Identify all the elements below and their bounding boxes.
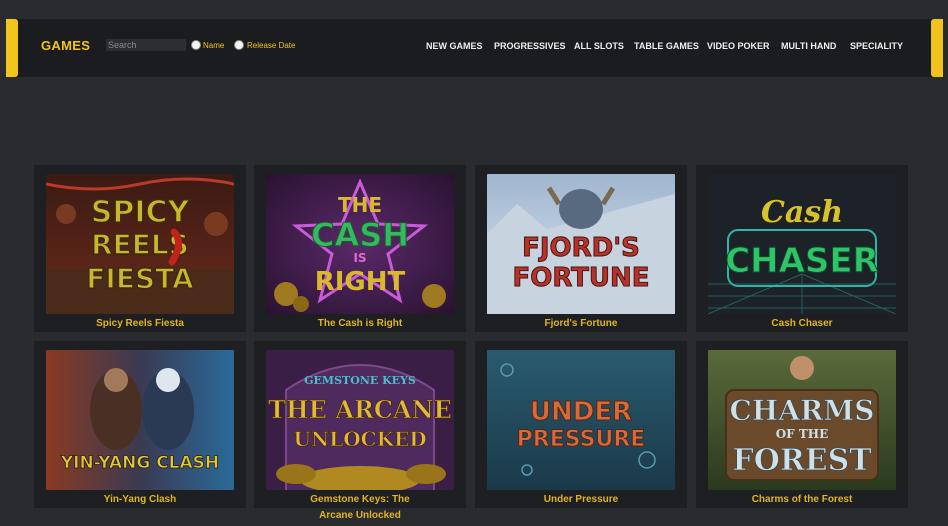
art-text: YIN-YANG CLASH <box>60 453 219 473</box>
game-thumbnail[interactable]: CHARMS OF THE FOREST <box>708 350 896 490</box>
nav-speciality[interactable]: SPECIALITY <box>850 41 903 51</box>
game-card-under-pressure[interactable]: UNDER PRESSURE Under Pressure <box>475 341 687 508</box>
nav-new-games[interactable]: NEW GAMES <box>426 41 483 51</box>
sort-by-name-radio[interactable] <box>191 40 201 50</box>
game-thumbnail[interactable]: GEMSTONE KEYS THE ARCANE UNLOCKED <box>266 350 454 490</box>
art-text: IS <box>353 251 366 265</box>
charms-of-the-forest-art: CHARMS OF THE FOREST <box>708 350 896 490</box>
art-text: FOREST <box>732 443 872 478</box>
art-text: FIESTA <box>86 262 194 295</box>
game-title[interactable]: Gemstone Keys: The Arcane Unlocked <box>254 492 466 524</box>
nav-multi-hand[interactable]: MULTI HAND <box>781 41 836 51</box>
yin-yang-clash-art: YIN-YANG CLASH <box>46 350 234 490</box>
art-text: CASH <box>311 216 409 254</box>
game-title[interactable]: Spicy Reels Fiesta <box>34 316 246 332</box>
game-card-yin-yang-clash[interactable]: YIN-YANG CLASH Yin-Yang Clash <box>34 341 246 508</box>
game-card-cash-chaser[interactable]: Cash CHASER Cash Chaser <box>696 165 908 332</box>
the-cash-is-right-art: THE CASH IS RIGHT <box>266 174 454 314</box>
accent-bar-right <box>931 19 943 77</box>
art-text: FJORD'S <box>522 233 640 263</box>
game-title[interactable]: Cash Chaser <box>696 316 908 332</box>
nav-progressives[interactable]: PROGRESSIVES <box>494 41 566 51</box>
art-text: Cash <box>761 195 843 230</box>
sort-by-release-date-label[interactable]: Release Date <box>247 41 295 50</box>
game-card-charms-of-the-forest[interactable]: CHARMS OF THE FOREST Charms of the Fores… <box>696 341 908 508</box>
game-thumbnail[interactable]: FJORD'S FORTUNE <box>487 174 675 314</box>
under-pressure-art: UNDER PRESSURE <box>487 350 675 490</box>
nav-table-games[interactable]: TABLE GAMES <box>634 41 699 51</box>
game-thumbnail[interactable]: YIN-YANG CLASH <box>46 350 234 490</box>
nav-all-slots[interactable]: ALL SLOTS <box>574 41 624 51</box>
accent-bar-left <box>6 19 18 77</box>
art-text: OF THE <box>776 427 829 441</box>
game-card-gemstone-keys[interactable]: GEMSTONE KEYS THE ARCANE UNLOCKED Gemsto… <box>254 341 466 521</box>
spicy-reels-fiesta-art: SPICY REELS FIESTA <box>46 174 234 314</box>
art-text: UNDER <box>530 397 632 427</box>
art-text: THE ARCANE <box>268 395 452 424</box>
fjords-fortune-art: FJORD'S FORTUNE <box>487 174 675 314</box>
game-card-fjords-fortune[interactable]: FJORD'S FORTUNE Fjord's Fortune <box>475 165 687 332</box>
art-text: RIGHT <box>315 267 406 297</box>
cash-chaser-art: Cash CHASER <box>708 174 896 314</box>
game-title[interactable]: Fjord's Fortune <box>475 316 687 332</box>
art-text: CHASER <box>725 241 879 281</box>
game-title[interactable]: Yin-Yang Clash <box>34 492 246 508</box>
gemstone-keys-art: GEMSTONE KEYS THE ARCANE UNLOCKED <box>266 350 454 490</box>
game-title[interactable]: Under Pressure <box>475 492 687 508</box>
game-title[interactable]: Charms of the Forest <box>696 492 908 508</box>
game-card-spicy-reels-fiesta[interactable]: SPICY REELS FIESTA Spicy Reels Fiesta <box>34 165 246 332</box>
game-title[interactable]: The Cash is Right <box>254 316 466 332</box>
art-text: THE <box>338 193 382 217</box>
art-text: UNLOCKED <box>293 427 426 451</box>
nav-video-poker[interactable]: VIDEO POKER <box>707 41 770 51</box>
search-input[interactable] <box>106 39 186 51</box>
sort-by-release-date-radio[interactable] <box>234 40 244 50</box>
game-thumbnail[interactable]: Cash CHASER <box>708 174 896 314</box>
sort-by-name-label[interactable]: Name <box>203 41 224 50</box>
art-text: GEMSTONE KEYS <box>304 374 416 387</box>
game-thumbnail[interactable]: THE CASH IS RIGHT <box>266 174 454 314</box>
games-heading: GAMES <box>41 38 91 53</box>
art-text: PRESSURE <box>517 427 646 452</box>
game-thumbnail[interactable]: SPICY REELS FIESTA <box>46 174 234 314</box>
art-text: FORTUNE <box>512 263 649 293</box>
art-text: SPICY <box>91 195 191 230</box>
art-text: CHARMS <box>730 394 875 427</box>
game-thumbnail[interactable]: UNDER PRESSURE <box>487 350 675 490</box>
game-card-the-cash-is-right[interactable]: THE CASH IS RIGHT The Cash is Right <box>254 165 466 332</box>
top-navigation-bar: GAMES Name Release Date NEW GAMES PROGRE… <box>6 19 943 77</box>
